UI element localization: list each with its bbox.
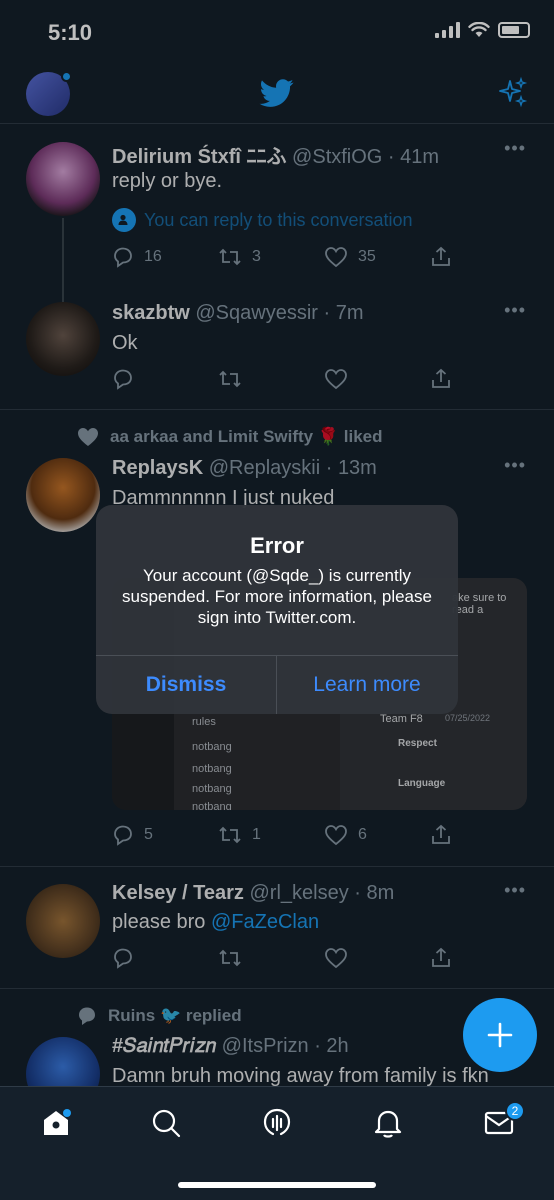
home-indicator	[178, 1182, 376, 1188]
alert-title: Error	[250, 533, 304, 558]
tab-messages[interactable]: 2	[481, 1101, 525, 1139]
tab-home[interactable]	[38, 1107, 74, 1139]
tab-notifications[interactable]	[370, 1107, 406, 1139]
tab-spaces[interactable]	[259, 1107, 295, 1139]
learn-more-button[interactable]: Learn more	[277, 656, 457, 714]
messages-badge: 2	[505, 1101, 525, 1121]
tab-search[interactable]	[148, 1107, 184, 1139]
search-icon	[152, 1109, 181, 1138]
home-icon	[44, 1109, 71, 1135]
dismiss-button[interactable]: Dismiss	[96, 656, 276, 714]
plus-icon	[487, 1022, 513, 1048]
bell-icon	[374, 1110, 402, 1138]
spaces-icon	[263, 1108, 291, 1136]
compose-tweet-button[interactable]	[463, 998, 537, 1072]
error-alert: Error Your account (@Sqde_) is currently…	[96, 505, 458, 714]
alert-message: Your account (@Sqde_) is currently suspe…	[122, 566, 432, 627]
